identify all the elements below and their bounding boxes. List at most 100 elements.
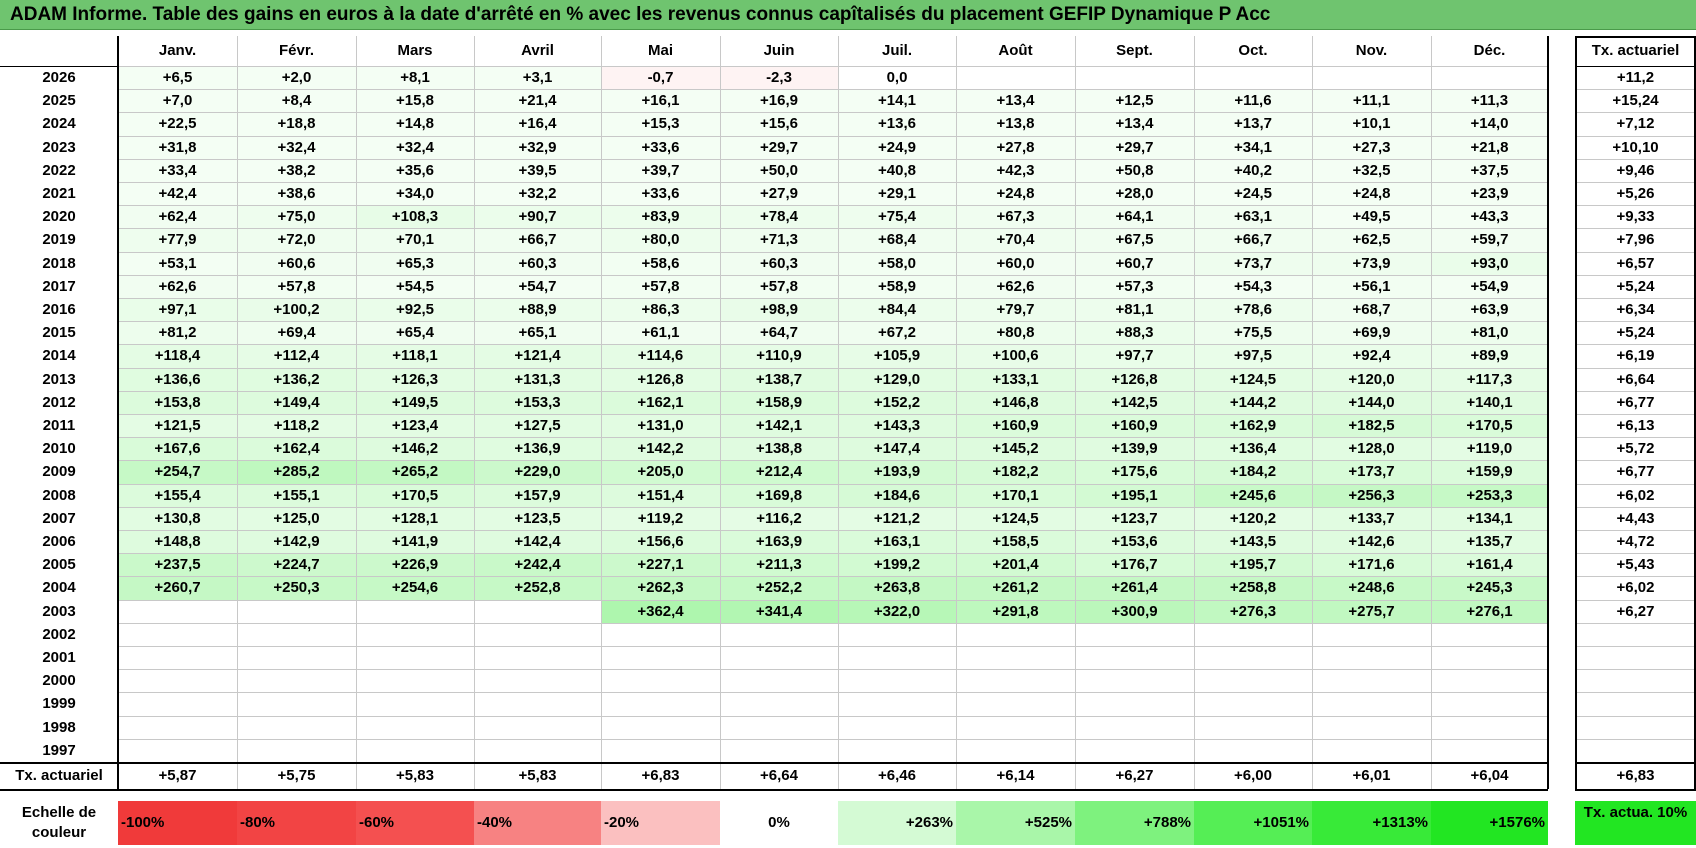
table-cell (1075, 669, 1194, 693)
table-cell: +123,5 (474, 506, 601, 530)
table-cell: +261,2 (956, 576, 1075, 600)
table-cell (1194, 646, 1312, 670)
table-cell: +24,8 (956, 182, 1075, 206)
annual-rate-cell: +6,19 (1616, 347, 1655, 365)
table-cell (118, 622, 237, 646)
year-label: 2001 (42, 649, 76, 666)
table-cell: +119,2 (601, 506, 720, 530)
row-divider (118, 251, 1548, 253)
table-cell: +146,8 (956, 390, 1075, 414)
table-cell (601, 646, 720, 670)
table-cell (1194, 622, 1312, 646)
table-cell: +119,0 (1431, 437, 1548, 461)
row-divider (118, 274, 1548, 276)
table-cell: +265,2 (356, 460, 474, 484)
table-cell: +78,6 (1194, 298, 1312, 322)
year-label: 2012 (42, 393, 76, 411)
table-cell: +108,3 (356, 205, 474, 229)
annual-rate-cell: +4,72 (1616, 533, 1655, 550)
row-divider (118, 483, 1548, 485)
rate-divider (1577, 135, 1694, 137)
table-cell: +71,3 (720, 228, 838, 252)
table-cell (356, 669, 474, 693)
column-divider (838, 763, 839, 789)
annual-rate-cell: +15,24 (1612, 92, 1659, 110)
table-cell: +258,8 (1194, 576, 1312, 600)
footer-cell: +6,00 (1234, 767, 1272, 784)
table-cell: +16,9 (720, 89, 838, 113)
table-cell: +143,5 (1194, 530, 1312, 554)
table-cell (237, 738, 356, 762)
table-cell (838, 669, 956, 693)
year-label: 2018 (42, 254, 76, 272)
table-cell (838, 692, 956, 716)
column-divider (720, 36, 721, 762)
column-divider (1194, 763, 1195, 789)
table-cell (1075, 692, 1194, 716)
table-cell: +61,1 (601, 321, 720, 345)
table-cell (720, 738, 838, 762)
column-divider (1194, 36, 1195, 762)
table-cell (1431, 669, 1548, 693)
table-cell: +212,4 (720, 460, 838, 484)
table-cell: +245,6 (1194, 483, 1312, 507)
annual-rate-cell: +5,72 (1616, 440, 1655, 458)
table-cell (356, 738, 474, 762)
table-cell: +100,2 (237, 298, 356, 322)
year-label: 2020 (42, 208, 76, 226)
table-cell: +63,1 (1194, 205, 1312, 229)
table-cell (1075, 738, 1194, 762)
rate-divider (1577, 182, 1694, 183)
table-cell: +21,8 (1431, 135, 1548, 159)
year-label: 2002 (42, 625, 76, 643)
table-cell (1431, 622, 1548, 646)
year-label: 1999 (42, 695, 76, 713)
table-cell: +97,5 (1194, 344, 1312, 368)
column-divider (1312, 36, 1313, 762)
month-header: Juil. (881, 42, 912, 59)
table-cell: +256,3 (1312, 483, 1431, 507)
table-cell: +341,4 (720, 599, 838, 623)
row-divider (118, 506, 1548, 508)
table-cell (956, 66, 1075, 90)
table-cell: +32,4 (356, 135, 474, 159)
footer-cell: +5,87 (158, 767, 197, 784)
table-cell: -0,7 (601, 66, 720, 90)
table-cell: +12,5 (1075, 89, 1194, 113)
table-cell (237, 599, 356, 623)
row-divider (118, 715, 1548, 717)
table-cell (356, 646, 474, 670)
scale-swatch: 0% (720, 801, 838, 845)
row-divider (118, 321, 1548, 323)
annual-rate-cell: +6,77 (1616, 393, 1655, 411)
table-cell: +118,4 (118, 344, 237, 368)
annual-rate-cell (1575, 739, 1696, 762)
table-cell: +21,4 (474, 89, 601, 113)
table-cell: +31,8 (118, 135, 237, 159)
table-cell (1194, 715, 1312, 739)
table-cell: +68,7 (1312, 298, 1431, 322)
column-divider (720, 763, 721, 789)
table-cell: +136,4 (1194, 437, 1312, 461)
table-cell: +22,5 (118, 112, 237, 136)
row-divider (118, 228, 1548, 230)
table-cell (720, 715, 838, 739)
table-cell: +97,7 (1075, 344, 1194, 368)
table-cell (1194, 66, 1312, 90)
table-cell: +285,2 (237, 460, 356, 484)
table-cell: +70,4 (956, 228, 1075, 252)
table-cell: +38,2 (237, 158, 356, 182)
table-cell: +65,1 (474, 321, 601, 345)
table-cell: +8,1 (356, 66, 474, 90)
table-cell (1431, 646, 1548, 670)
table-border (1547, 36, 1549, 789)
year-label: 2019 (42, 231, 76, 249)
row-divider (118, 344, 1548, 346)
table-cell: +250,3 (237, 576, 356, 600)
row-divider (118, 460, 1548, 462)
footer-label: Tx. actuariel (15, 767, 103, 784)
column-divider (601, 36, 602, 762)
rate-border (1575, 762, 1696, 764)
table-cell: +253,3 (1431, 483, 1548, 507)
table-cell (118, 669, 237, 693)
